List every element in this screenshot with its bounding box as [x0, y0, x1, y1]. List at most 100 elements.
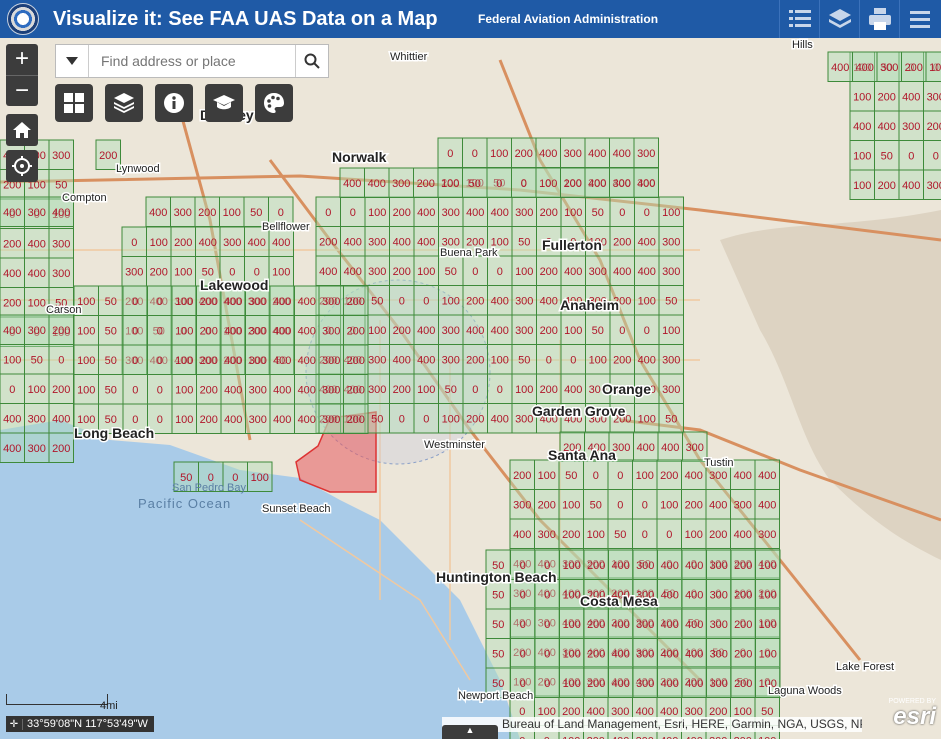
grid-cell-value: 0	[157, 414, 163, 426]
grid-cell-value: 100	[441, 178, 459, 190]
grid-cell-value: 100	[175, 296, 193, 308]
grid-cell-value: 300	[538, 529, 556, 541]
grid-cell-value: 0	[644, 325, 650, 337]
grid-cell-value: 400	[587, 706, 605, 718]
home-button[interactable]	[6, 114, 38, 146]
grid-cell-value: 300	[758, 529, 776, 541]
grid-cell-value: 100	[660, 499, 678, 511]
grid-cell-value: 100	[442, 413, 460, 425]
grid-cell-value: 100	[929, 62, 941, 74]
layer-list-button[interactable]	[105, 84, 143, 122]
grid-cell-value: 300	[686, 442, 704, 454]
grid-cell-value: 100	[563, 678, 581, 690]
attribution[interactable]: Bureau of Land Management, Esri, HERE, G…	[442, 717, 862, 732]
grid-cell-value: 100	[538, 706, 556, 718]
grid-cell-value: 100	[417, 384, 435, 396]
basemap-gallery-icon	[64, 93, 84, 113]
grid-cell-value: 0	[496, 178, 502, 190]
layer-list-icon	[114, 93, 134, 113]
search-button[interactable]	[295, 45, 328, 77]
grid-cell-value: 400	[491, 325, 509, 337]
coordinate-readout[interactable]: ✛ 33°59'08"N 117°53'49"W	[6, 716, 154, 732]
grid-cell-value: 100	[77, 384, 95, 396]
grid-cell-value: 100	[28, 297, 46, 309]
grid-cell-value: 400	[466, 207, 484, 219]
print-button[interactable]	[859, 0, 900, 38]
grid-cell-value: 100	[759, 560, 777, 572]
grid-cell-value: 400	[685, 678, 703, 690]
grid-cell-value: 300	[709, 470, 727, 482]
grid-cell-value: 100	[662, 325, 680, 337]
locate-button[interactable]	[6, 150, 38, 182]
grid-cell-value: 50	[590, 499, 602, 511]
grid-cell-value: 400	[637, 178, 655, 190]
grid-cell-value: 200	[347, 384, 365, 396]
grid-cell-value: 400	[224, 384, 242, 396]
water-label: Pacific Ocean	[138, 496, 232, 511]
grid-cell-value: 0	[546, 354, 552, 366]
grid-cell-value: 300	[368, 236, 386, 248]
search-icon	[304, 53, 320, 69]
grid-cell-value: 50	[565, 470, 577, 482]
grid-cell-value: 100	[853, 180, 871, 192]
basemap-gallery-button[interactable]	[55, 84, 93, 122]
grid-cell-value: 300	[223, 237, 241, 249]
theme-button[interactable]	[255, 84, 293, 122]
grid-cell-value: 400	[758, 470, 776, 482]
attribution-toggle[interactable]: ▲	[442, 725, 498, 739]
city-label: Huntington Beach	[436, 569, 557, 585]
grid-cell-value: 100	[77, 355, 95, 367]
grid-cell-value: 200	[540, 207, 558, 219]
city-label: Garden Grove	[532, 403, 626, 419]
city-label: Sunset Beach	[262, 503, 331, 515]
grid-cell-value: 300	[52, 238, 70, 250]
map-view[interactable]: 400 400 300 200 100 50 0 0 100 200 400 300 400 400 300…	[0, 38, 941, 739]
city-label: Buena Park	[440, 247, 498, 259]
grid-cell-value: 400	[513, 529, 531, 541]
grid-cell-value: 200	[99, 150, 117, 162]
grid-cell-value: 400	[3, 207, 21, 219]
grid-cell-value: 200	[613, 354, 631, 366]
grid-cell-value: 0	[520, 619, 526, 631]
grid-cell-value: 100	[589, 354, 607, 366]
grid-cell-value: 400	[224, 414, 242, 426]
grid-cell-value: 200	[150, 266, 168, 278]
grid-cell-value: 300	[515, 207, 533, 219]
scale-bar	[6, 694, 108, 705]
legend-button[interactable]	[779, 0, 820, 38]
grid-cell-value: 50	[592, 207, 604, 219]
instructions-button[interactable]	[205, 84, 243, 122]
grid-cell-value: 400	[853, 121, 871, 133]
grid-cell-value: 300	[513, 499, 531, 511]
grid-cell-value: 400	[393, 354, 411, 366]
grid-cell-value: 0	[472, 384, 478, 396]
grid-cell-value: 400	[638, 354, 656, 366]
menu-button[interactable]	[899, 0, 940, 38]
grid-cell-value: 400	[661, 589, 679, 601]
grid-cell-value: 400	[611, 735, 629, 739]
zoom-control: + −	[6, 44, 38, 106]
grid-cell-value: 400	[3, 413, 21, 425]
grid-cell-value: 100	[175, 414, 193, 426]
grid-cell-value: 0	[617, 470, 623, 482]
zoom-out-button[interactable]: −	[6, 75, 38, 107]
layers-button[interactable]	[819, 0, 860, 38]
search-input[interactable]	[99, 52, 293, 70]
about-button[interactable]	[155, 84, 193, 122]
grid-cell-value: 100	[564, 325, 582, 337]
search-source-dropdown[interactable]	[56, 45, 89, 77]
grid-cell-value: 400	[685, 560, 703, 572]
grid-cell-value: 50	[371, 413, 383, 425]
zoom-in-button[interactable]: +	[6, 44, 38, 75]
grid-cell-value: 0	[423, 413, 429, 425]
grid-cell-value: 300	[710, 560, 728, 572]
grid-cell-value: 0	[908, 150, 914, 162]
grid-cell-value: 200	[905, 62, 923, 74]
grid-cell-value: 300	[322, 325, 340, 337]
grid-cell-value: 300	[880, 62, 898, 74]
grid-cell-value: 50	[761, 706, 773, 718]
about-icon	[164, 93, 184, 113]
grid-cell-value: 400	[709, 499, 727, 511]
esri-logo-text: esri	[893, 703, 936, 730]
grid-cell-value: 300	[515, 413, 533, 425]
